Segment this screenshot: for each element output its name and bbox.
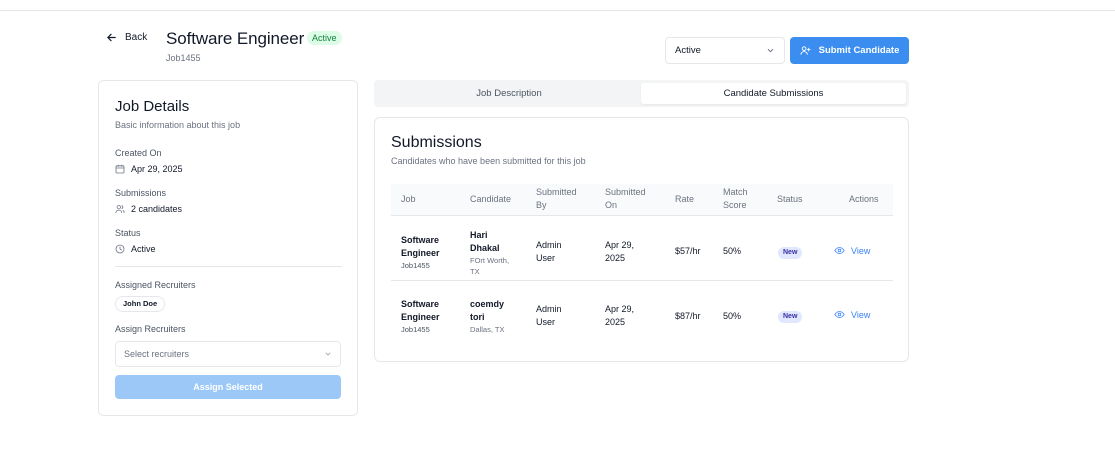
row-submitted-by-line2: User [536, 317, 556, 327]
details-divider [115, 266, 342, 267]
users-icon [115, 205, 125, 214]
row-submitted-by-line1: Admin [536, 304, 562, 314]
recruiter-select-placeholder: Select recruiters [124, 349, 190, 359]
row-match-score: 50% [723, 311, 742, 321]
row-job-line2: Engineer [401, 248, 440, 258]
submissions-subtitle: Candidates who have been submitted for t… [391, 156, 586, 166]
row-location-line1: Dallas, TX [470, 325, 505, 334]
row-submitted-by-line2: User [536, 253, 556, 263]
status-value: Active [131, 244, 156, 254]
tab-candidate-submissions[interactable]: Candidate Submissions [641, 83, 906, 104]
row-location-line1: FOrt Worth, [470, 256, 510, 265]
status-badge-new: New [778, 311, 803, 323]
row-submitted-on: Apr 29, 2025 [605, 303, 634, 329]
tab-bar: Job Description Candidate Submissions [374, 80, 909, 107]
page-title: Software Engineer [166, 29, 305, 48]
column-header-status: Status [777, 194, 803, 204]
job-status-select[interactable]: Active [665, 37, 785, 64]
row-submitted-on: Apr 29, 2025 [605, 239, 634, 265]
row-rate: $87/hr [675, 311, 701, 321]
row-submitted-on-line2: 2025 [605, 317, 626, 327]
arrow-left-icon [107, 33, 116, 42]
submit-candidate-button[interactable]: Submit Candidate [790, 37, 909, 64]
view-button[interactable]: View [834, 309, 870, 320]
row-submitted-on-line2: 2025 [605, 253, 626, 263]
row-submitted-by: Admin User [536, 303, 562, 329]
submissions-title: Submissions [391, 134, 482, 151]
row-job: Software Engineer Job1455 [401, 298, 440, 335]
submissions-value: 2 candidates [131, 204, 183, 214]
column-header-submitted-by: Submitted By [536, 187, 577, 210]
row-rate: $57/hr [675, 246, 701, 256]
assigned-recruiters-label: Assigned Recruiters [115, 280, 196, 290]
submissions-value-row: 2 candidates [115, 204, 182, 214]
row-submitted-on-line1: Apr 29, [605, 304, 635, 314]
row-match-score: 50% [723, 246, 742, 256]
column-header-job: Job [401, 194, 416, 204]
row-submitted-by-line1: Admin [536, 240, 562, 250]
job-details-subtitle: Basic information about this job [115, 120, 241, 130]
column-header-candidate: Candidate [470, 194, 512, 204]
row-job-line2: Engineer [401, 312, 440, 322]
row-job-line1: Software [401, 299, 440, 309]
submissions-card: Submissions Candidates who have been sub… [374, 117, 909, 362]
submissions-label: Submissions [115, 188, 167, 198]
created-label: Created On [115, 148, 162, 158]
assign-recruiters-label: Assign Recruiters [115, 324, 186, 334]
back-label: Back [125, 32, 148, 43]
status-badge-new: New [778, 247, 803, 259]
view-label: View [851, 245, 871, 256]
row-candidate-line1: coemdy [470, 299, 505, 309]
table-row: Software Engineer Job1455 coemdy tori Da… [391, 283, 893, 348]
job-details-card: Job Details Basic information about this… [98, 80, 358, 416]
view-label: View [851, 309, 871, 320]
job-status-value: Active [675, 45, 701, 56]
tab-job-description[interactable]: Job Description [377, 83, 641, 104]
row-submitted-on-line1: Apr 29, [605, 240, 635, 250]
row-job-line1: Software [401, 235, 440, 245]
created-value: Apr 29, 2025 [131, 164, 183, 174]
view-button[interactable]: View [834, 245, 870, 256]
job-details-title: Job Details [115, 98, 190, 115]
top-divider [0, 10, 1115, 11]
row-job-id: Job1455 [401, 325, 430, 334]
chevron-down-icon [767, 48, 774, 53]
row-location-line2: TX [470, 267, 480, 276]
eye-icon [834, 247, 845, 254]
row-submitted-by: Admin User [536, 239, 562, 265]
row-candidate[interactable]: Hari Dhakal FOrt Worth, TX [470, 229, 509, 277]
row-candidate[interactable]: coemdy tori Dallas, TX [470, 298, 504, 335]
recruiter-chip: John Doe [115, 296, 166, 312]
submit-candidate-label: Submit Candidate [818, 45, 900, 56]
row-candidate-line1: Hari [470, 230, 488, 240]
clock-icon [115, 244, 125, 254]
row-candidate-line2: tori [470, 312, 485, 322]
calendar-icon [115, 164, 125, 174]
created-value-row: Apr 29, 2025 [115, 164, 183, 174]
column-header-rate: Rate [675, 194, 695, 204]
table-header: Job Candidate Submitted By Submitted On … [391, 184, 893, 216]
status-badge: Active [307, 31, 342, 45]
row-job-id: Job1455 [401, 261, 430, 270]
status-value-row: Active [115, 244, 156, 254]
column-header-match-score: Match Score [723, 187, 748, 210]
row-job: Software Engineer Job1455 [401, 234, 440, 271]
chevron-down-icon [325, 352, 331, 356]
recruiter-select[interactable]: Select recruiters [115, 341, 341, 367]
status-label: Status [115, 228, 141, 238]
column-header-submitted-on: Submitted On [605, 187, 646, 210]
job-id: Job1455 [166, 53, 201, 63]
table-row: Software Engineer Job1455 Hari Dhakal FO… [391, 216, 893, 281]
user-plus-icon [800, 46, 811, 55]
eye-icon [834, 311, 845, 318]
assign-selected-button[interactable]: Assign Selected [115, 375, 341, 399]
column-header-actions: Actions [849, 194, 879, 204]
back-button[interactable]: Back [106, 32, 147, 43]
row-candidate-line2: Dhakal [470, 243, 500, 253]
